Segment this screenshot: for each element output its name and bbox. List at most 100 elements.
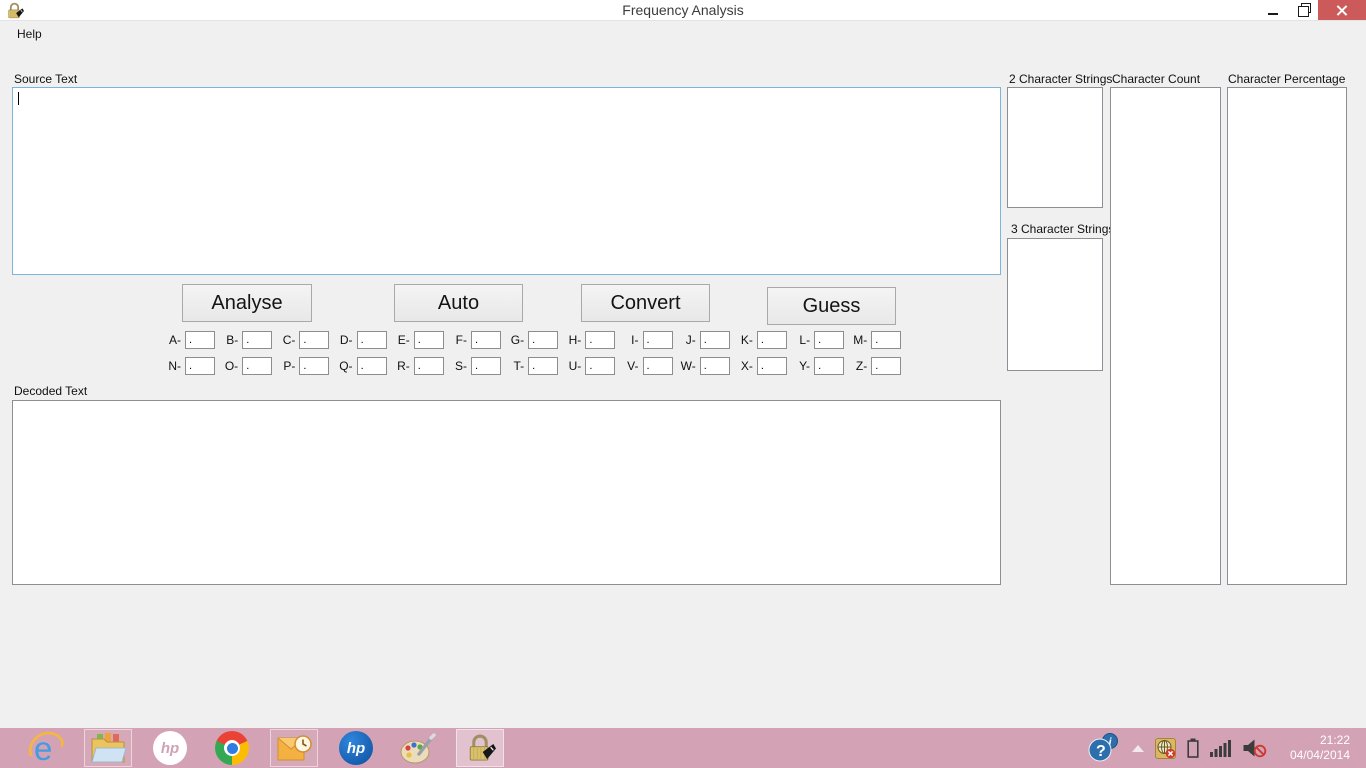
- battery-tray-button[interactable]: [1187, 738, 1199, 758]
- letter-cell: Y-: [789, 357, 846, 375]
- letter-cell: Z-: [846, 357, 903, 375]
- letter-cell: C-: [274, 331, 331, 349]
- restore-icon: [1299, 6, 1308, 15]
- convert-button[interactable]: Convert: [581, 284, 710, 322]
- letter-label: R-: [389, 359, 410, 373]
- two-char-strings-listbox[interactable]: [1007, 87, 1103, 208]
- taskbar-file-explorer-button[interactable]: [84, 729, 132, 767]
- letter-label: K-: [732, 333, 753, 347]
- letter-label: E-: [389, 333, 410, 347]
- close-button[interactable]: [1318, 0, 1366, 20]
- guess-button[interactable]: Guess: [767, 287, 896, 325]
- taskbar-chrome-button[interactable]: [208, 729, 256, 767]
- minimize-icon: [1268, 13, 1278, 15]
- two-char-strings-label: 2 Character Strings: [1009, 72, 1112, 86]
- letter-label: N-: [160, 359, 181, 373]
- hp-letters: hp: [347, 740, 365, 757]
- letter-substitution-input[interactable]: [757, 331, 787, 349]
- hp-letters: hp: [161, 740, 179, 757]
- minimize-button[interactable]: [1258, 0, 1288, 20]
- outlook-icon: [276, 732, 312, 764]
- taskbar-frequency-analysis-button[interactable]: [456, 729, 504, 767]
- letter-label: T-: [503, 359, 524, 373]
- letter-substitution-input[interactable]: [528, 331, 558, 349]
- taskbar-hp-button[interactable]: hp: [146, 729, 194, 767]
- letter-substitution-input[interactable]: [871, 331, 901, 349]
- titlebar: Frequency Analysis: [0, 0, 1366, 21]
- network-signal-tray-button[interactable]: [1210, 739, 1231, 757]
- letter-label: H-: [560, 333, 581, 347]
- battery-icon: [1187, 738, 1199, 758]
- letter-cell: U-: [560, 357, 617, 375]
- three-char-strings-listbox[interactable]: [1007, 238, 1103, 371]
- taskbar-internet-explorer-button[interactable]: e: [22, 729, 70, 767]
- letter-substitution-input[interactable]: [471, 331, 501, 349]
- character-percentage-listbox[interactable]: [1227, 87, 1347, 585]
- character-count-listbox[interactable]: [1110, 87, 1221, 585]
- letter-substitution-input[interactable]: [700, 331, 730, 349]
- taskbar-clock[interactable]: 21:22 04/04/2014: [1278, 733, 1350, 763]
- letter-cell: V-: [618, 357, 675, 375]
- letter-substitution-input[interactable]: [242, 357, 272, 375]
- letter-substitution-input[interactable]: [757, 357, 787, 375]
- taskbar: e hp: [0, 728, 1366, 768]
- volume-tray-button[interactable]: [1242, 738, 1267, 758]
- letter-cell: J-: [675, 331, 732, 349]
- letter-cell: L-: [789, 331, 846, 349]
- taskbar-hp-blue-button[interactable]: hp: [332, 729, 380, 767]
- letter-substitution-input[interactable]: [585, 357, 615, 375]
- letter-label: D-: [332, 333, 353, 347]
- letter-substitution-input[interactable]: [357, 357, 387, 375]
- letter-substitution-input[interactable]: [414, 357, 444, 375]
- letter-substitution-input[interactable]: [814, 357, 844, 375]
- letter-label: L-: [789, 333, 810, 347]
- letter-cell: E-: [389, 331, 446, 349]
- signal-bars-icon: [1210, 739, 1231, 757]
- letter-substitution-input[interactable]: [185, 331, 215, 349]
- letter-substitution-input[interactable]: [871, 357, 901, 375]
- letter-label: X-: [732, 359, 753, 373]
- letter-cell: I-: [618, 331, 675, 349]
- letter-cell: R-: [389, 357, 446, 375]
- letter-substitution-input[interactable]: [414, 331, 444, 349]
- character-percentage-label: Character Percentage: [1228, 72, 1345, 86]
- hp-white-icon: hp: [153, 731, 187, 765]
- letter-substitution-input[interactable]: [299, 357, 329, 375]
- letter-map-row-2: N- O- P- Q- R- S- T-: [160, 356, 903, 376]
- source-text-area[interactable]: [12, 87, 1001, 275]
- letter-cell: O-: [217, 357, 274, 375]
- volume-muted-icon: [1242, 738, 1267, 758]
- letter-substitution-input[interactable]: [814, 331, 844, 349]
- letter-label: G-: [503, 333, 524, 347]
- letter-substitution-input[interactable]: [700, 357, 730, 375]
- letter-label: V-: [618, 359, 639, 373]
- svg-text:e: e: [34, 730, 52, 766]
- decoded-text-area[interactable]: [12, 400, 1001, 585]
- show-hidden-icons-button[interactable]: [1132, 745, 1144, 752]
- letter-label: A-: [160, 333, 181, 347]
- letter-cell: K-: [732, 331, 789, 349]
- network-status-tray-button[interactable]: [1155, 738, 1176, 759]
- svg-text:?: ?: [1096, 743, 1106, 760]
- letter-substitution-input[interactable]: [357, 331, 387, 349]
- letter-substitution-input[interactable]: [471, 357, 501, 375]
- hp-support-tray-button[interactable]: i ?: [1087, 732, 1121, 764]
- letter-substitution-input[interactable]: [185, 357, 215, 375]
- letter-substitution-input[interactable]: [643, 357, 673, 375]
- system-tray: i ?: [1087, 732, 1350, 764]
- taskbar-outlook-button[interactable]: [270, 729, 318, 767]
- window-controls: [1258, 0, 1366, 20]
- letter-substitution-input[interactable]: [299, 331, 329, 349]
- letter-label: O-: [217, 359, 238, 373]
- auto-button[interactable]: Auto: [394, 284, 523, 322]
- source-text-label: Source Text: [14, 72, 77, 86]
- chevron-up-icon: [1132, 745, 1144, 752]
- analyse-button[interactable]: Analyse: [182, 284, 312, 322]
- letter-substitution-input[interactable]: [643, 331, 673, 349]
- letter-label: W-: [675, 359, 696, 373]
- letter-substitution-input[interactable]: [242, 331, 272, 349]
- letter-substitution-input[interactable]: [585, 331, 615, 349]
- letter-substitution-input[interactable]: [528, 357, 558, 375]
- taskbar-paint-button[interactable]: [394, 729, 442, 767]
- restore-button[interactable]: [1288, 0, 1318, 20]
